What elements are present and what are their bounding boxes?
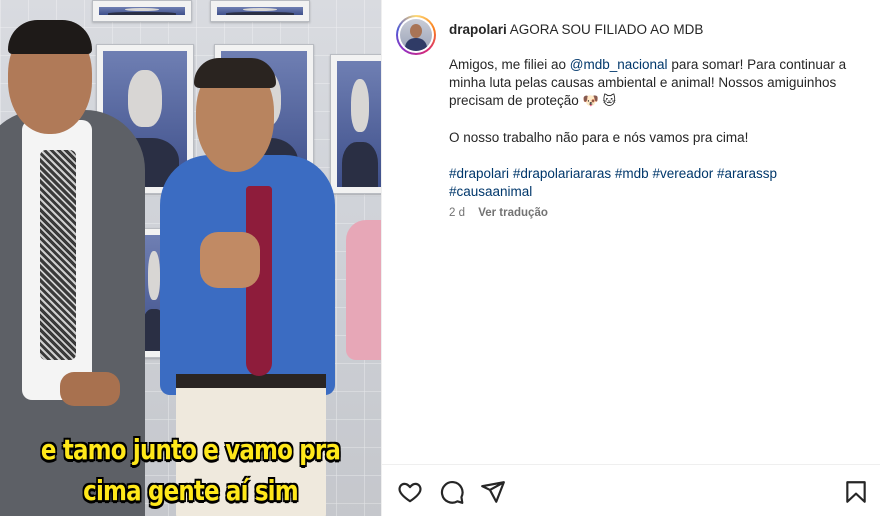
caption-paragraph-1: Amigos, me filiei ao @mdb_nacional para …: [449, 56, 859, 111]
wall-portrait: [92, 0, 192, 22]
person-left-tie: [40, 150, 76, 360]
hashtag-list: #drapolari #drapolariararas #mdb #veread…: [449, 165, 859, 201]
hashtag-link[interactable]: #ararassp: [717, 166, 777, 181]
mention-link[interactable]: @mdb_nacional: [570, 57, 668, 72]
hashtag-link[interactable]: #causaanimal: [449, 184, 532, 199]
person-center-fist: [200, 232, 260, 288]
username-link[interactable]: drapolari: [449, 22, 507, 37]
dog-emoji: 🐶: [582, 94, 599, 109]
post-timestamp[interactable]: 2 d: [449, 207, 465, 219]
action-bar: [382, 464, 880, 516]
profile-avatar[interactable]: [396, 15, 436, 55]
video-caption-line-2: cima gente aí sim: [83, 474, 298, 507]
see-translation-button[interactable]: Ver tradução: [478, 207, 548, 219]
post-details-panel: drapolari AGORA SOU FILIADO AO MDB Amigo…: [381, 0, 880, 516]
avatar-image: [400, 19, 432, 51]
hashtag-link[interactable]: #vereador: [652, 166, 713, 181]
person-right-partial: [346, 220, 381, 360]
bookmark-icon[interactable]: [843, 479, 869, 505]
post-title: AGORA SOU FILIADO AO MDB: [509, 22, 704, 37]
hashtag-link[interactable]: #drapolariararas: [513, 166, 611, 181]
caption-paragraph-2: O nosso trabalho não para e nós vamos pr…: [449, 130, 749, 145]
person-left-hand: [60, 372, 120, 406]
post-header: drapolari AGORA SOU FILIADO AO MDB: [449, 21, 703, 39]
hashtag-link[interactable]: #drapolari: [449, 166, 509, 181]
heart-icon[interactable]: [397, 479, 423, 505]
comment-icon[interactable]: [439, 479, 465, 505]
post-caption: Amigos, me filiei ao @mdb_nacional para …: [449, 56, 859, 201]
person-left-hair: [8, 20, 92, 54]
person-center-belt: [176, 374, 326, 388]
post-meta: 2 d Ver tradução: [449, 207, 548, 219]
hashtag-link[interactable]: #mdb: [615, 166, 649, 181]
caption-text: Amigos, me filiei ao: [449, 57, 570, 72]
video-caption-line-1: e tamo junto e vamo pra: [40, 433, 341, 466]
send-icon[interactable]: [480, 479, 506, 505]
post-video[interactable]: e tamo junto e vamo pra cima gente aí si…: [0, 0, 381, 516]
person-center-hair: [194, 58, 276, 88]
wall-portrait: [330, 54, 381, 194]
wall-portrait: [210, 0, 310, 22]
cat-emoji: 🐱: [602, 94, 617, 109]
